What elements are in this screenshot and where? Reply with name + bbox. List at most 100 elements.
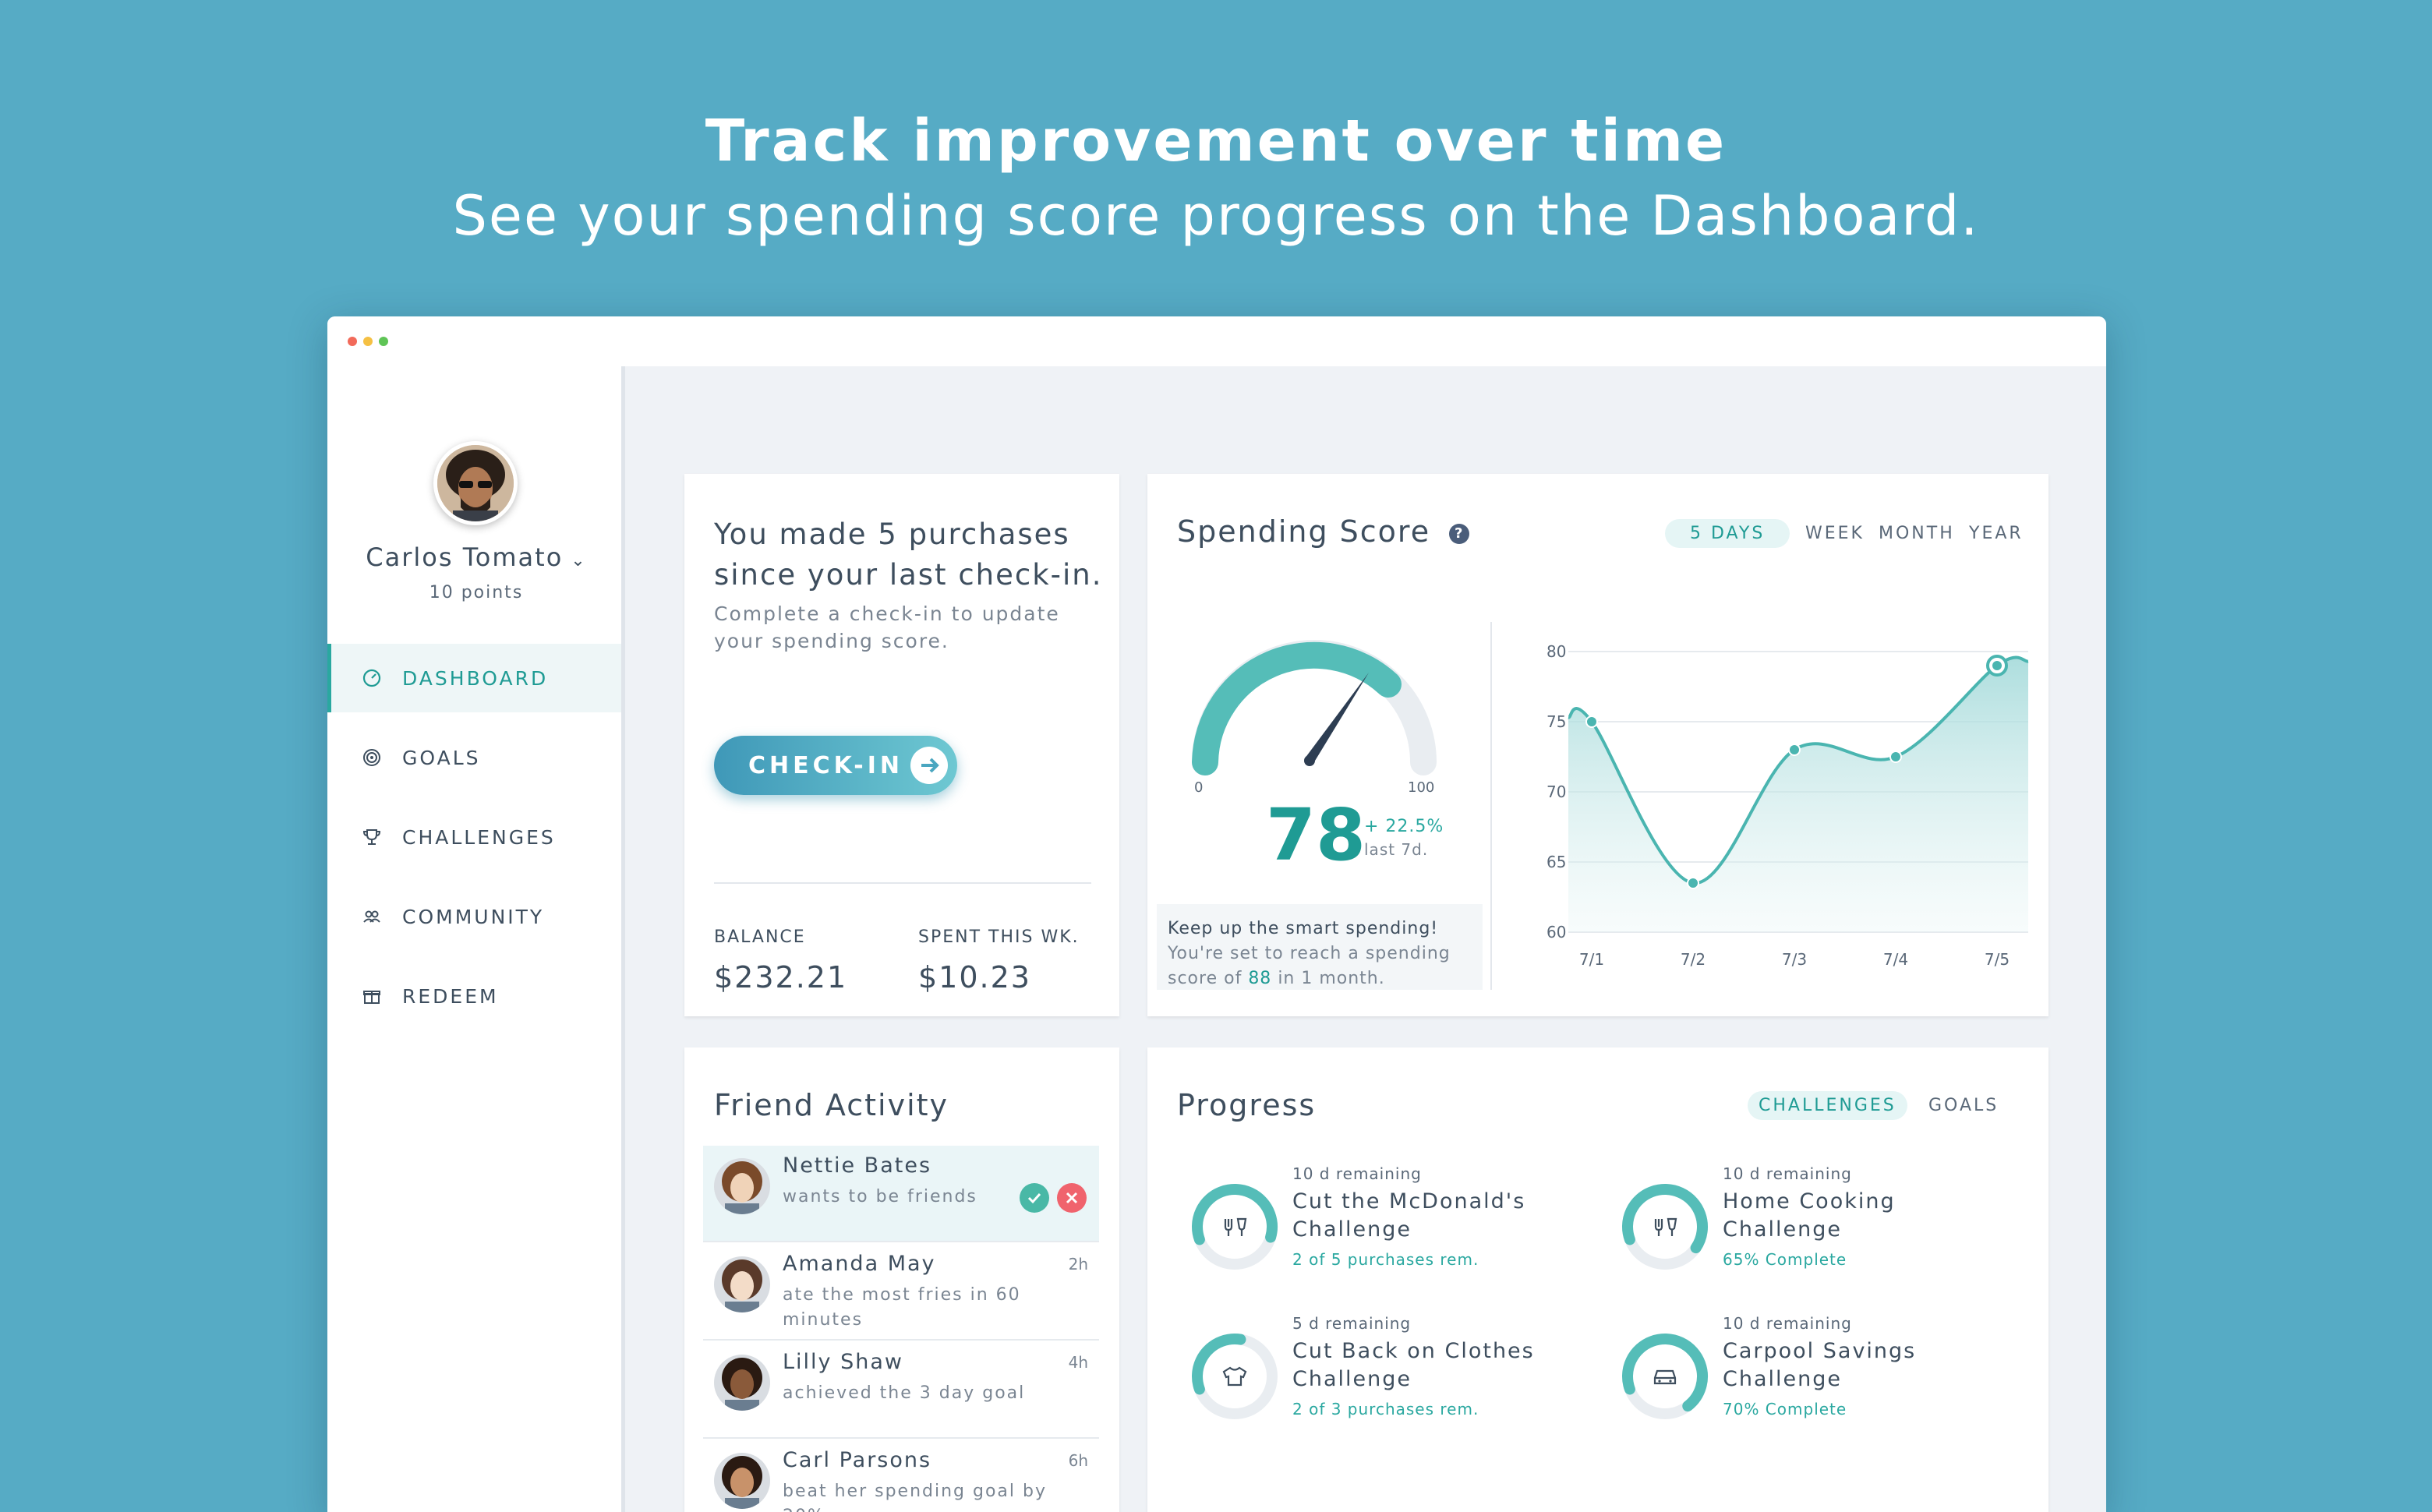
user-name[interactable]: Carlos Tomato ⌄ — [327, 542, 625, 572]
sidebar: Carlos Tomato ⌄ 10 points DASHBOARD GOALS… — [327, 366, 625, 1512]
divider — [714, 882, 1091, 884]
tab-goals[interactable]: GOALS — [1928, 1096, 1999, 1115]
challenge-name: Home Cooking Challenge — [1723, 1189, 1896, 1242]
nav-goals[interactable]: GOALS — [327, 723, 621, 792]
activity-time: 2h — [1068, 1255, 1088, 1274]
y-tick-label: 65 — [1547, 853, 1566, 871]
challenge-name: Cut the McDonald's Challenge — [1292, 1189, 1526, 1242]
challenge-status: 65% Complete — [1723, 1250, 1847, 1269]
tip-body-end: in 1 month. — [1278, 969, 1385, 988]
chevron-down-icon[interactable]: ⌄ — [571, 551, 586, 571]
x-tick-label: 7/4 — [1883, 950, 1908, 969]
x-tick-label: 7/1 — [1579, 950, 1604, 969]
y-tick-label: 75 — [1547, 712, 1566, 731]
checkin-button[interactable]: CHECK-IN — [714, 736, 957, 795]
accept-friend-button[interactable] — [1020, 1183, 1049, 1213]
tip-target: 88 — [1248, 969, 1272, 988]
tab-challenges[interactable]: CHALLENGES — [1748, 1091, 1907, 1120]
challenge-item[interactable]: 10 d remaining Cut the McDonald's Challen… — [1189, 1164, 1595, 1289]
friend-row[interactable]: Amanda May ate the most fries in 60 minut… — [703, 1244, 1099, 1341]
tip-body: You're set to reach a spending score of … — [1168, 941, 1472, 991]
checkin-title: You made 5 purchases since your last che… — [714, 518, 1103, 592]
check-icon — [1027, 1192, 1041, 1204]
data-point-center — [1992, 661, 2002, 670]
score-line-chart: 80 75 70 65 60 7/1 7/2 7/3 7/4 7/5 — [1547, 642, 2029, 969]
close-dot[interactable] — [348, 337, 357, 346]
food-icon — [1224, 1217, 1247, 1236]
x-tick-label: 7/3 — [1782, 950, 1807, 969]
challenge-name: Cut Back on Clothes Challenge — [1292, 1339, 1535, 1391]
nav-community[interactable]: COMMUNITY — [327, 882, 621, 951]
nav-challenges[interactable]: CHALLENGES — [327, 803, 621, 871]
score-period: last 7d. — [1364, 840, 1429, 859]
challenge-item[interactable]: 10 d remaining Home Cooking Challenge 65% … — [1620, 1164, 2025, 1289]
challenge-item[interactable]: 5 d remaining Cut Back on Clothes Challen… — [1189, 1314, 1595, 1439]
friend-activity-text: achieved the 3 day goal — [783, 1383, 1026, 1403]
friend-activity-title: Friend Activity — [714, 1088, 949, 1122]
tab-year[interactable]: YEAR — [1969, 524, 2024, 543]
tab-5-days[interactable]: 5 DAYS — [1665, 519, 1790, 548]
user-points: 10 points — [429, 583, 524, 602]
tab-week[interactable]: WEEK — [1805, 524, 1865, 543]
challenge-item[interactable]: 10 d remaining Carpool Savings Challenge 7… — [1620, 1314, 2025, 1439]
gauge-max: 100 — [1408, 779, 1435, 796]
progress-ring — [1192, 1184, 1278, 1270]
subhead: See your spending score progress on the … — [452, 184, 1980, 248]
friend-avatar[interactable] — [714, 1453, 770, 1509]
gift-icon — [360, 984, 384, 1008]
nav-label: CHALLENGES — [402, 825, 556, 849]
friend-avatar[interactable] — [714, 1355, 770, 1411]
friend-row[interactable]: Lilly Shaw achieved the 3 day goal 4h — [703, 1342, 1099, 1439]
tip-box: Keep up the smart spending! You're set t… — [1157, 904, 1483, 990]
user-name-text: Carlos Tomato — [366, 542, 564, 572]
data-point — [1788, 744, 1801, 756]
score-value: 78 — [1266, 793, 1366, 877]
minimize-dot[interactable] — [363, 337, 373, 346]
challenge-status: 70% Complete — [1723, 1400, 1847, 1418]
friend-name[interactable]: Amanda May — [783, 1252, 936, 1276]
nav-dashboard[interactable]: DASHBOARD — [327, 644, 621, 712]
balance-label: BALANCE — [714, 927, 806, 947]
progress-ring — [1622, 1334, 1708, 1419]
spent-label: SPENT THIS WK. — [918, 927, 1080, 947]
nav-redeem[interactable]: REDEEM — [327, 962, 621, 1030]
headline: Track improvement over time — [705, 108, 1727, 175]
checkin-card: You made 5 purchases since your last che… — [684, 474, 1119, 1016]
help-icon[interactable]: ? — [1449, 523, 1470, 544]
tab-month[interactable]: MONTH — [1879, 524, 1955, 543]
challenge-remaining: 5 d remaining — [1292, 1314, 1412, 1333]
score-gauge — [1192, 640, 1437, 775]
chart-divider — [1490, 622, 1492, 990]
friend-activity-text: ate the most fries in 60 minutes — [783, 1285, 1021, 1330]
data-point — [1687, 877, 1699, 889]
x-tick-label: 7/5 — [1985, 950, 2010, 969]
balance-value: $232.21 — [714, 960, 848, 994]
spending-score-title: Spending Score ? — [1177, 514, 1470, 549]
nav-label: GOALS — [402, 746, 481, 769]
people-icon — [360, 905, 384, 928]
maximize-dot[interactable] — [379, 337, 388, 346]
friend-avatar[interactable] — [714, 1256, 770, 1312]
data-point — [1585, 715, 1598, 728]
challenge-status: 2 of 3 purchases rem. — [1292, 1400, 1479, 1418]
friend-name[interactable]: Carl Parsons — [783, 1448, 931, 1472]
y-tick-label: 60 — [1547, 923, 1566, 941]
activity-time: 4h — [1068, 1353, 1088, 1372]
avatar[interactable] — [433, 441, 518, 525]
challenge-remaining: 10 d remaining — [1723, 1164, 1852, 1183]
tip-title: Keep up the smart spending! — [1168, 919, 1439, 938]
gauge-icon — [360, 666, 384, 690]
progress-ring — [1622, 1184, 1708, 1270]
x-tick-label: 7/2 — [1681, 950, 1706, 969]
line-area — [1568, 657, 2028, 932]
friend-name[interactable]: Lilly Shaw — [783, 1350, 903, 1374]
friend-avatar[interactable] — [714, 1158, 770, 1214]
checkin-button-label: CHECK-IN — [748, 751, 903, 779]
score-change: + 22.5% — [1364, 817, 1444, 836]
y-tick-label: 80 — [1547, 642, 1566, 661]
friend-row[interactable]: Carl Parsons beat her spending goal by 20… — [703, 1440, 1099, 1512]
friend-activity-card: Friend Activity Nettie Bates wants to be … — [684, 1047, 1119, 1512]
friend-name[interactable]: Nettie Bates — [783, 1153, 931, 1178]
reject-friend-button[interactable] — [1057, 1183, 1087, 1213]
friend-row[interactable]: Nettie Bates wants to be friends — [703, 1146, 1099, 1242]
